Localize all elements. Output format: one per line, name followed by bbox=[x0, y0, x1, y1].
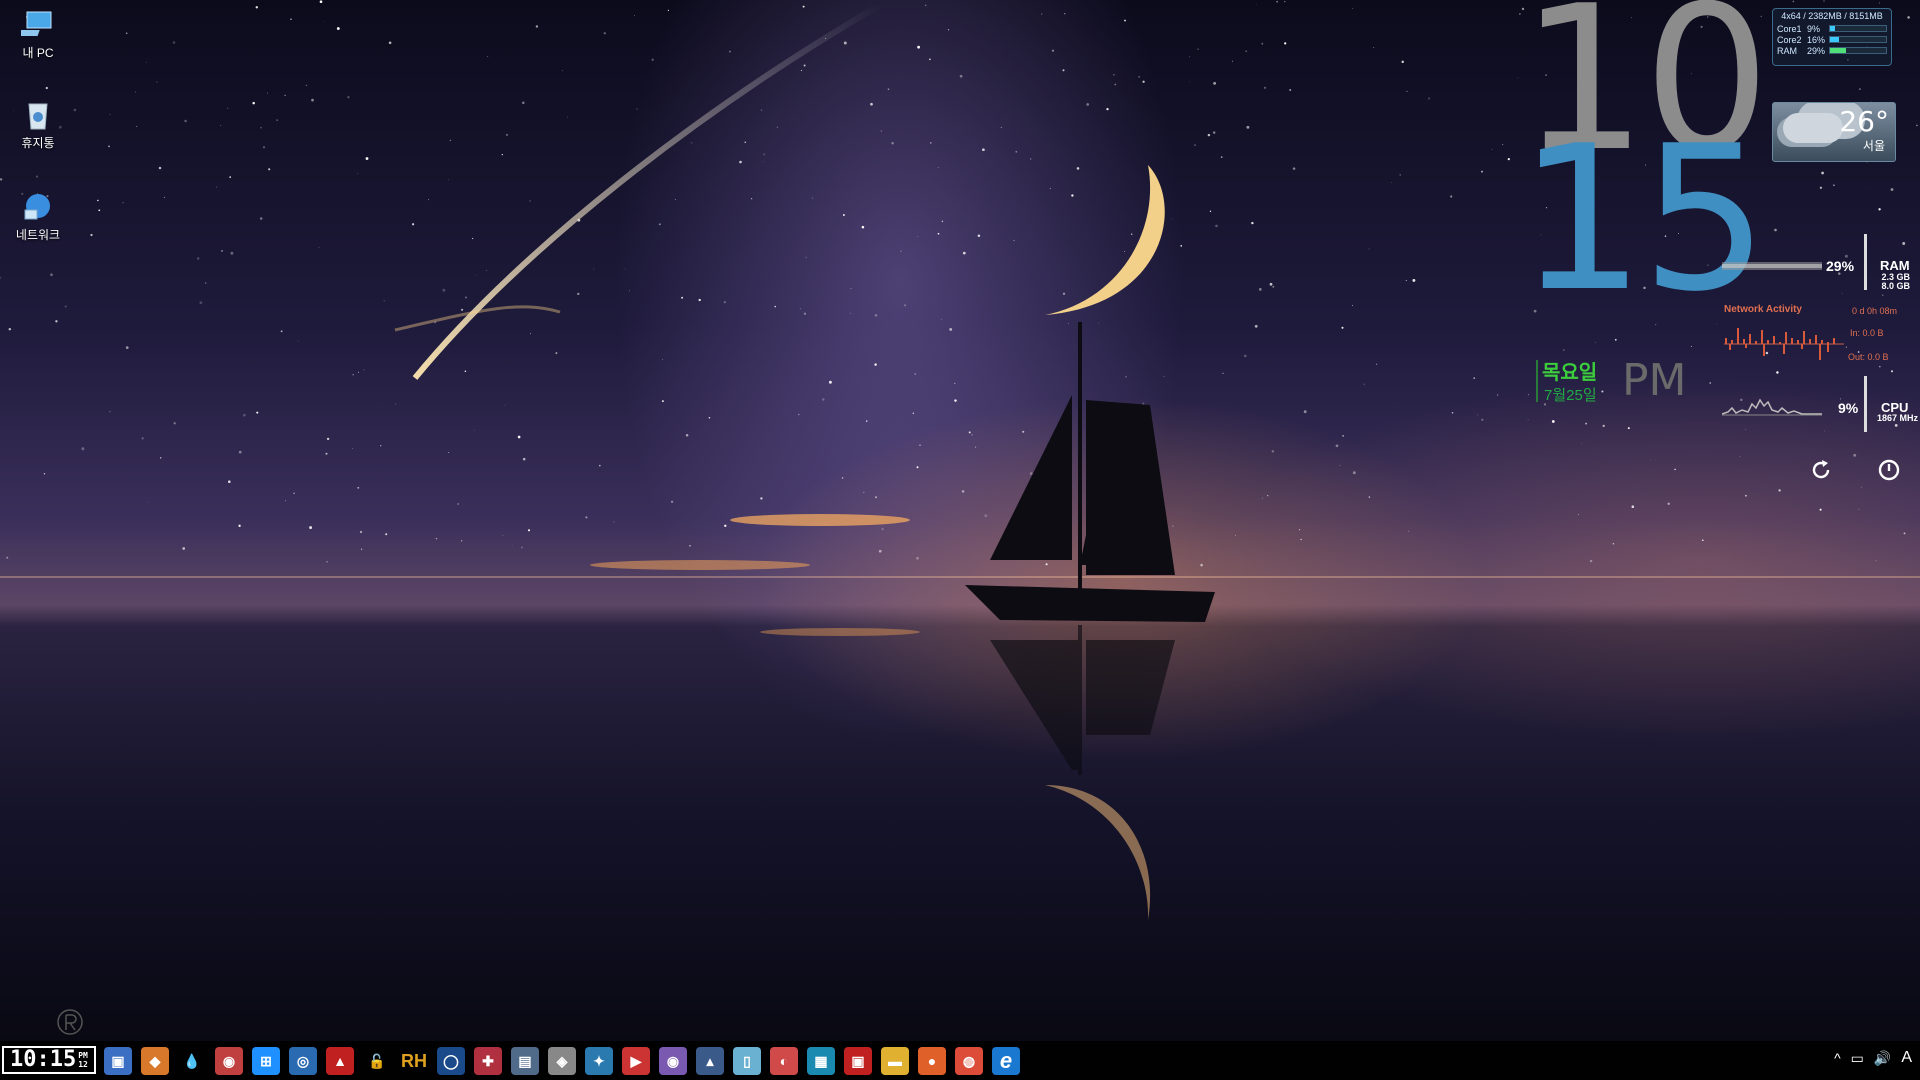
power-icon bbox=[1878, 459, 1900, 481]
system-info-widget: 4x64 / 2382MB / 8151MB Core1 9% Core2 16… bbox=[1772, 8, 1892, 66]
cpu-divider bbox=[1864, 376, 1867, 432]
sysinfo-row-core1: Core1 9% bbox=[1777, 23, 1887, 34]
app-icon-17[interactable]: ▴ bbox=[696, 1047, 724, 1075]
globe-icon[interactable]: ◉ bbox=[215, 1047, 243, 1075]
app-icon-19[interactable]: ◐ bbox=[770, 1047, 798, 1075]
cpu-percent: 9% bbox=[1838, 400, 1859, 416]
windows-icon[interactable]: ⊞ bbox=[252, 1047, 280, 1075]
taskbar-clock[interactable]: 10:15 PM 12 bbox=[2, 1046, 96, 1074]
app-icon-12[interactable]: ▤ bbox=[511, 1047, 539, 1075]
refresh-icon bbox=[1812, 460, 1830, 479]
ram-graph bbox=[1722, 262, 1822, 270]
sysinfo-label: Core2 bbox=[1777, 34, 1802, 45]
disc-icon[interactable]: ◉ bbox=[659, 1047, 687, 1075]
folder-icon[interactable]: ▬ bbox=[881, 1047, 909, 1075]
desktop-icon-label: 네트워크 bbox=[15, 228, 61, 242]
cpu-graph bbox=[1722, 398, 1822, 416]
tray-volume-icon[interactable]: 🔊 bbox=[1874, 1050, 1891, 1067]
shooting-star bbox=[412, 2, 882, 380]
network-in: In: 0.0 B bbox=[1850, 328, 1884, 338]
sysinfo-bar bbox=[1829, 25, 1887, 32]
app-icon-20[interactable]: ▦ bbox=[807, 1047, 835, 1075]
desktop-icon-label: 휴지통 bbox=[21, 136, 55, 150]
app-icon-2[interactable]: ◆ bbox=[141, 1047, 169, 1075]
taskbar: 10:15 PM 12 ▣ ◆ 💧 ◉ ⊞ ◎ ▲ 🔓 RH ◯ ✚ ▤ ◈ ✦ ▶ ◉ ▴ ▯ ◐ ▦ ▣ ▬ ● ◍ e ^… bbox=[0, 1041, 1920, 1080]
tray-network-icon[interactable]: ▭ bbox=[1851, 1050, 1864, 1067]
clock-divider bbox=[1536, 360, 1538, 402]
sysinfo-value: 9% bbox=[1807, 23, 1821, 34]
cpu-frequency: 1867 MHz bbox=[1876, 413, 1918, 423]
desktop-icon-recycle-bin[interactable]: 휴지통 bbox=[10, 100, 66, 151]
droplet-icon[interactable]: 💧 bbox=[178, 1047, 206, 1075]
tray-overflow-chevron-icon[interactable]: ^ bbox=[1834, 1050, 1841, 1066]
refresh-button[interactable] bbox=[1808, 458, 1834, 484]
network-graph bbox=[1724, 328, 1844, 360]
sailboat bbox=[965, 322, 1215, 622]
firefox-icon[interactable]: ● bbox=[918, 1047, 946, 1075]
weather-city: 서울 bbox=[1862, 139, 1885, 153]
sysinfo-value: 16% bbox=[1807, 34, 1826, 45]
sysinfo-label: RAM bbox=[1777, 45, 1797, 56]
clock-ampm: PM bbox=[1622, 355, 1687, 406]
tablet-icon[interactable]: ▯ bbox=[733, 1047, 761, 1075]
network-icon bbox=[24, 194, 50, 220]
computer-icon bbox=[21, 11, 52, 36]
ram-label: RAM bbox=[1880, 258, 1910, 273]
diamond-icon[interactable]: ◈ bbox=[548, 1047, 576, 1075]
sysinfo-row-core2: Core2 16% bbox=[1777, 34, 1887, 45]
sysinfo-bar-fill bbox=[1830, 26, 1836, 31]
taskbar-seconds: 12 bbox=[78, 1060, 88, 1069]
weather-temperature: 26° bbox=[1839, 105, 1889, 138]
desktop-icon-network[interactable]: 네트워크 bbox=[10, 192, 66, 243]
sysinfo-bar bbox=[1829, 47, 1887, 54]
sysinfo-value: 29% bbox=[1807, 45, 1826, 56]
watermark-logo bbox=[57, 1009, 83, 1035]
search-tool-icon[interactable]: ◎ bbox=[289, 1047, 317, 1075]
chrome-icon[interactable]: ◍ bbox=[955, 1047, 983, 1075]
gift-icon[interactable]: ✚ bbox=[474, 1047, 502, 1075]
desktop-icon-my-pc[interactable]: 내 PC bbox=[10, 10, 66, 61]
sysinfo-bar-fill bbox=[1830, 37, 1839, 42]
system-tray: ^ ▭ 🔊 A bbox=[1824, 1049, 1912, 1067]
circle-icon[interactable]: ◯ bbox=[437, 1047, 465, 1075]
desktop-icon-label: 내 PC bbox=[22, 46, 54, 60]
taskbar-ampm-seconds: PM 12 bbox=[78, 1051, 88, 1069]
taskbar-time: 10:15 bbox=[10, 1047, 77, 1072]
ram-percent: 29% bbox=[1826, 258, 1855, 274]
network-out: Out: 0.0 B bbox=[1848, 352, 1889, 362]
sysinfo-bar bbox=[1829, 36, 1887, 43]
system-info-header: 4x64 / 2382MB / 8151MB bbox=[1781, 11, 1883, 21]
app-icon-1[interactable]: ▣ bbox=[104, 1047, 132, 1075]
crescent-moon bbox=[1045, 165, 1165, 315]
network-uptime: 0 d 0h 08m bbox=[1852, 306, 1898, 316]
app-icon-15[interactable]: ▶ bbox=[622, 1047, 650, 1075]
taskbar-app-list: ▣ ◆ 💧 ◉ ⊞ ◎ ▲ 🔓 RH ◯ ✚ ▤ ◈ ✦ ▶ ◉ ▴ ▯ ◐ ▦ ▣ ▬ ● ◍ e bbox=[104, 1047, 1029, 1075]
sysinfo-label: Core1 bbox=[1777, 23, 1802, 34]
app-icon-21[interactable]: ▣ bbox=[844, 1047, 872, 1075]
ie-icon[interactable]: e bbox=[992, 1047, 1020, 1075]
rh-icon[interactable]: RH bbox=[400, 1047, 428, 1075]
recycle-bin-icon bbox=[28, 103, 48, 130]
cloud-icon bbox=[1783, 113, 1843, 143]
sysinfo-bar-fill bbox=[1830, 48, 1847, 53]
app-icon-7[interactable]: ▲ bbox=[326, 1047, 354, 1075]
tray-ime-indicator[interactable]: A bbox=[1901, 1049, 1912, 1067]
ram-divider bbox=[1864, 234, 1867, 290]
ram-total: 8.0 GB bbox=[1881, 281, 1910, 291]
power-button[interactable] bbox=[1876, 458, 1902, 484]
taskbar-ampm: PM bbox=[78, 1051, 88, 1060]
clock-minute: 15 bbox=[1518, 103, 1768, 336]
sysinfo-row-ram: RAM 29% bbox=[1777, 45, 1887, 56]
clock-date: 7월25일 bbox=[1544, 387, 1597, 404]
network-title: Network Activity bbox=[1724, 304, 1802, 315]
lock-icon[interactable]: 🔓 bbox=[363, 1047, 391, 1075]
app-icon-14[interactable]: ✦ bbox=[585, 1047, 613, 1075]
clock-weekday: 목요일 bbox=[1542, 362, 1598, 384]
weather-widget[interactable]: 26° 서울 bbox=[1772, 102, 1896, 162]
